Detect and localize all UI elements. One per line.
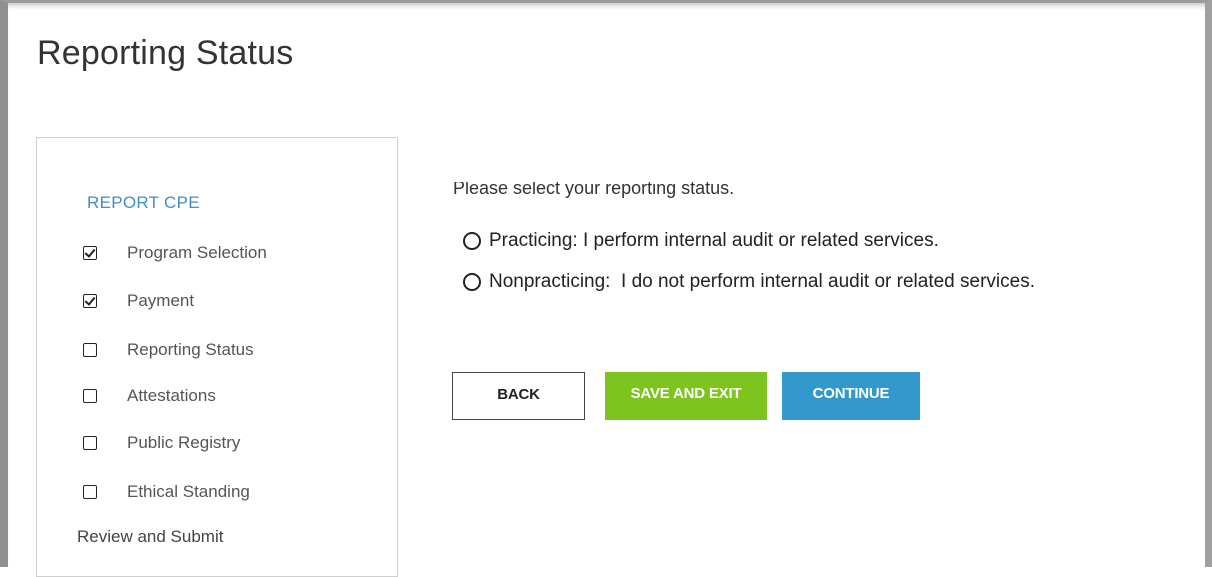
radio-label: Nonpracticing: I do not perform internal… xyxy=(489,271,1035,292)
unchecked-checkbox-icon xyxy=(83,389,97,403)
checked-checkbox-icon xyxy=(83,294,97,308)
progress-sidebar: REPORT CPE Program Selection Payment Rep… xyxy=(36,137,398,577)
review-and-submit-link[interactable]: Review and Submit xyxy=(77,527,223,547)
step-reporting-status[interactable]: Reporting Status xyxy=(83,337,254,363)
step-attestations[interactable]: Attestations xyxy=(83,383,216,409)
checked-checkbox-icon xyxy=(83,246,97,260)
step-public-registry[interactable]: Public Registry xyxy=(83,430,240,456)
back-button[interactable]: BACK xyxy=(452,372,585,420)
unchecked-checkbox-icon xyxy=(83,343,97,357)
reporting-status-prompt: Please select your reporting status. xyxy=(453,182,734,200)
unchecked-checkbox-icon xyxy=(83,485,97,499)
radio-button-icon[interactable] xyxy=(463,273,481,291)
save-and-exit-button[interactable]: SAVE AND EXIT xyxy=(605,372,767,420)
step-label: Public Registry xyxy=(127,433,241,452)
page-title: Reporting Status xyxy=(37,34,294,72)
step-payment[interactable]: Payment xyxy=(83,288,194,314)
radio-button-icon[interactable] xyxy=(463,232,481,250)
step-ethical-standing[interactable]: Ethical Standing xyxy=(83,479,250,505)
prompt-text: Please select your reporting status. xyxy=(453,182,735,198)
radio-option-practicing[interactable]: Practicing: I perform internal audit or … xyxy=(463,230,939,252)
step-label: Attestations xyxy=(127,386,216,405)
radio-option-nonpracticing[interactable]: Nonpracticing: I do not perform internal… xyxy=(463,271,1035,293)
step-label: Ethical Standing xyxy=(127,482,250,501)
step-program-selection[interactable]: Program Selection xyxy=(83,240,267,266)
continue-button[interactable]: CONTINUE xyxy=(782,372,920,420)
step-label: Reporting Status xyxy=(127,340,254,359)
step-label: Program Selection xyxy=(127,243,267,262)
radio-label: Practicing: I perform internal audit or … xyxy=(489,230,939,251)
unchecked-checkbox-icon xyxy=(83,436,97,450)
step-label: Payment xyxy=(127,291,195,310)
sidebar-heading[interactable]: REPORT CPE xyxy=(87,193,200,213)
